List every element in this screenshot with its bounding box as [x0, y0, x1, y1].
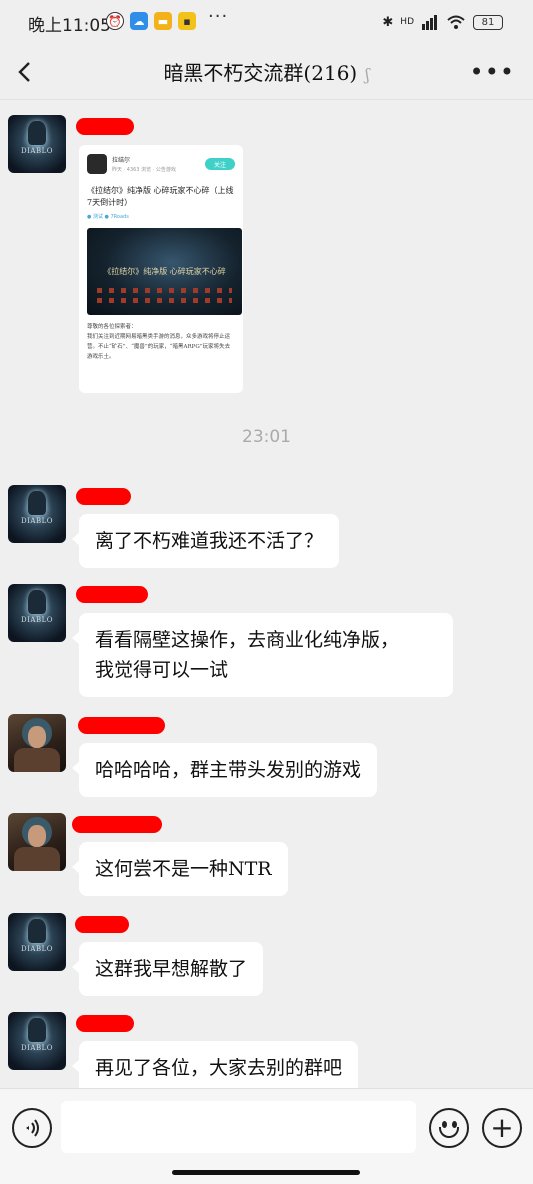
group-title: 暗黑不朽交流群(216)	[163, 61, 358, 85]
redacted-sender-name	[78, 717, 165, 734]
voice-input-button[interactable]	[12, 1108, 52, 1148]
status-bar: 晚上11:05 ⏰ ☁ ▬ ▪ ··· ✱ HD 81	[0, 0, 533, 44]
article-body: 尊敬的各位探索者： 我们关注到近期网易暗黑类手游的消息，众多游戏将停止运营。不止…	[87, 324, 231, 360]
article-author: 拉结尔	[112, 157, 131, 164]
message-bubble[interactable]: 离了不朽难道我还不活了？	[71, 514, 340, 568]
emoji-button[interactable]	[429, 1108, 469, 1148]
page-title: 暗黑不朽交流群(216) ʃ	[0, 57, 533, 86]
article-title: 《拉结尔》纯净版 心碎玩家不心碎（上线7天倒计时）	[87, 186, 234, 207]
redacted-sender-name	[72, 816, 162, 833]
status-notification-icons: ⏰ ☁ ▬ ▪	[106, 12, 196, 30]
message-list[interactable]: DIABLO 拉结尔 昨天 · 4363 浏览 · 公告游戏 关注 《拉结尔》纯…	[0, 101, 533, 1088]
status-right-icons: ✱ HD 81	[382, 13, 503, 31]
article-tags: ● 测试 ● 7Roads	[87, 214, 129, 220]
status-more-icon: ···	[208, 6, 229, 27]
redacted-sender-name	[76, 488, 131, 505]
article-follow-button[interactable]: 关注	[205, 158, 235, 170]
article-header: 拉结尔 昨天 · 4363 浏览 · 公告游戏 关注	[87, 153, 235, 175]
article-author-avatar	[87, 154, 107, 174]
article-meta: 昨天 · 4363 浏览 · 公告游戏	[112, 167, 176, 173]
message-bubble[interactable]: 哈哈哈哈，群主带头发别的游戏	[71, 743, 378, 797]
redacted-sender-name	[76, 586, 148, 603]
voice-icon	[26, 1119, 39, 1137]
home-indicator[interactable]	[172, 1170, 360, 1175]
add-attachment-button[interactable]: +	[482, 1108, 522, 1148]
earpiece-icon: ʃ	[365, 65, 370, 84]
article-image-banner: 《拉结尔》纯净版 心碎玩家不心碎	[103, 267, 226, 276]
folder-app-icon: ▬	[154, 12, 172, 30]
message-input[interactable]	[61, 1101, 416, 1153]
message-bubble[interactable]: 看看隔壁这操作，去商业化纯净版， 我觉得可以一试	[72, 613, 453, 697]
redacted-sender-name	[75, 916, 129, 933]
message-timestamp: 23:01	[242, 427, 291, 447]
message-bubble[interactable]: 这何尝不是一种NTR	[72, 842, 288, 896]
avatar[interactable]: DIABLO	[8, 584, 66, 642]
avatar[interactable]	[8, 714, 66, 772]
avatar[interactable]: DIABLO	[8, 913, 66, 971]
network-hd-icon: HD	[400, 17, 414, 27]
battery-icon: 81	[473, 14, 503, 30]
article-image: 《拉结尔》纯净版 心碎玩家不心碎	[87, 228, 242, 315]
bluetooth-icon: ✱	[382, 14, 394, 30]
more-options-button[interactable]: •••	[470, 58, 515, 86]
signal-icon	[422, 15, 437, 30]
avatar[interactable]: DIABLO	[8, 485, 66, 543]
status-time: 晚上11:05	[28, 16, 111, 36]
shared-article-card[interactable]: 拉结尔 昨天 · 4363 浏览 · 公告游戏 关注 《拉结尔》纯净版 心碎玩家…	[79, 145, 243, 393]
avatar[interactable]	[8, 813, 66, 871]
message-bubble[interactable]: 再见了各位，大家去别的群吧	[71, 1041, 359, 1088]
message-bubble[interactable]: 这群我早想解散了	[71, 942, 264, 996]
chat-header: 暗黑不朽交流群(216) ʃ •••	[0, 44, 533, 100]
wifi-icon	[447, 15, 465, 29]
redacted-sender-name	[76, 1015, 134, 1032]
avatar[interactable]: DIABLO	[8, 115, 66, 173]
avatar[interactable]: DIABLO	[8, 1012, 66, 1070]
alarm-icon: ⏰	[106, 12, 124, 30]
cloud-app-icon: ☁	[130, 12, 148, 30]
redacted-sender-name	[76, 118, 134, 135]
lock-app-icon: ▪	[178, 12, 196, 30]
